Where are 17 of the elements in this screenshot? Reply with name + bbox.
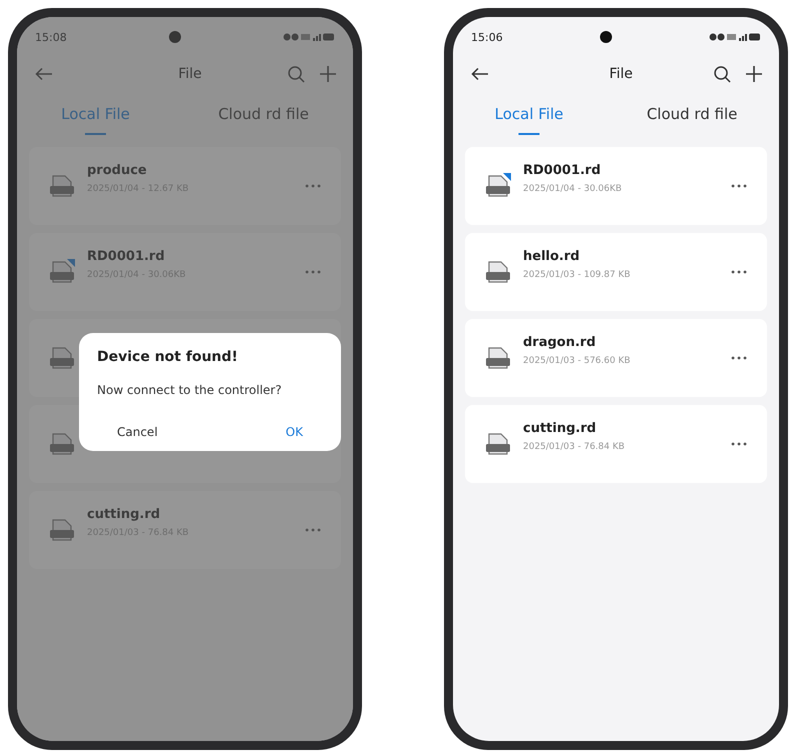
file-name: cutting.rd [523,421,598,436]
file-name: dragon.rd [523,335,597,350]
file-details: 2025/01/03 - 76.84 KB [523,442,626,452]
file-details: 2025/01/04 - 30.06KB [523,184,623,194]
file-name: cutting.rd [87,507,162,522]
file-details: 2025/01/03 - 109.87 KB [523,270,632,280]
file-name: hello.rd [523,249,581,264]
page-title: File [609,66,633,82]
status-time: 15:06 [471,30,503,44]
dialog-title: Device not found! [97,349,239,365]
file-name: RD0001.rd [87,249,166,264]
file-name: produce [87,163,148,178]
file-name: RD0001.rd [523,163,602,178]
file-details: 2025/01/03 - 576.60 KB [523,356,632,366]
status-time: 15:08 [35,30,67,44]
dialog-message: Now connect to the controller? [97,383,283,397]
page-title: File [178,66,202,82]
